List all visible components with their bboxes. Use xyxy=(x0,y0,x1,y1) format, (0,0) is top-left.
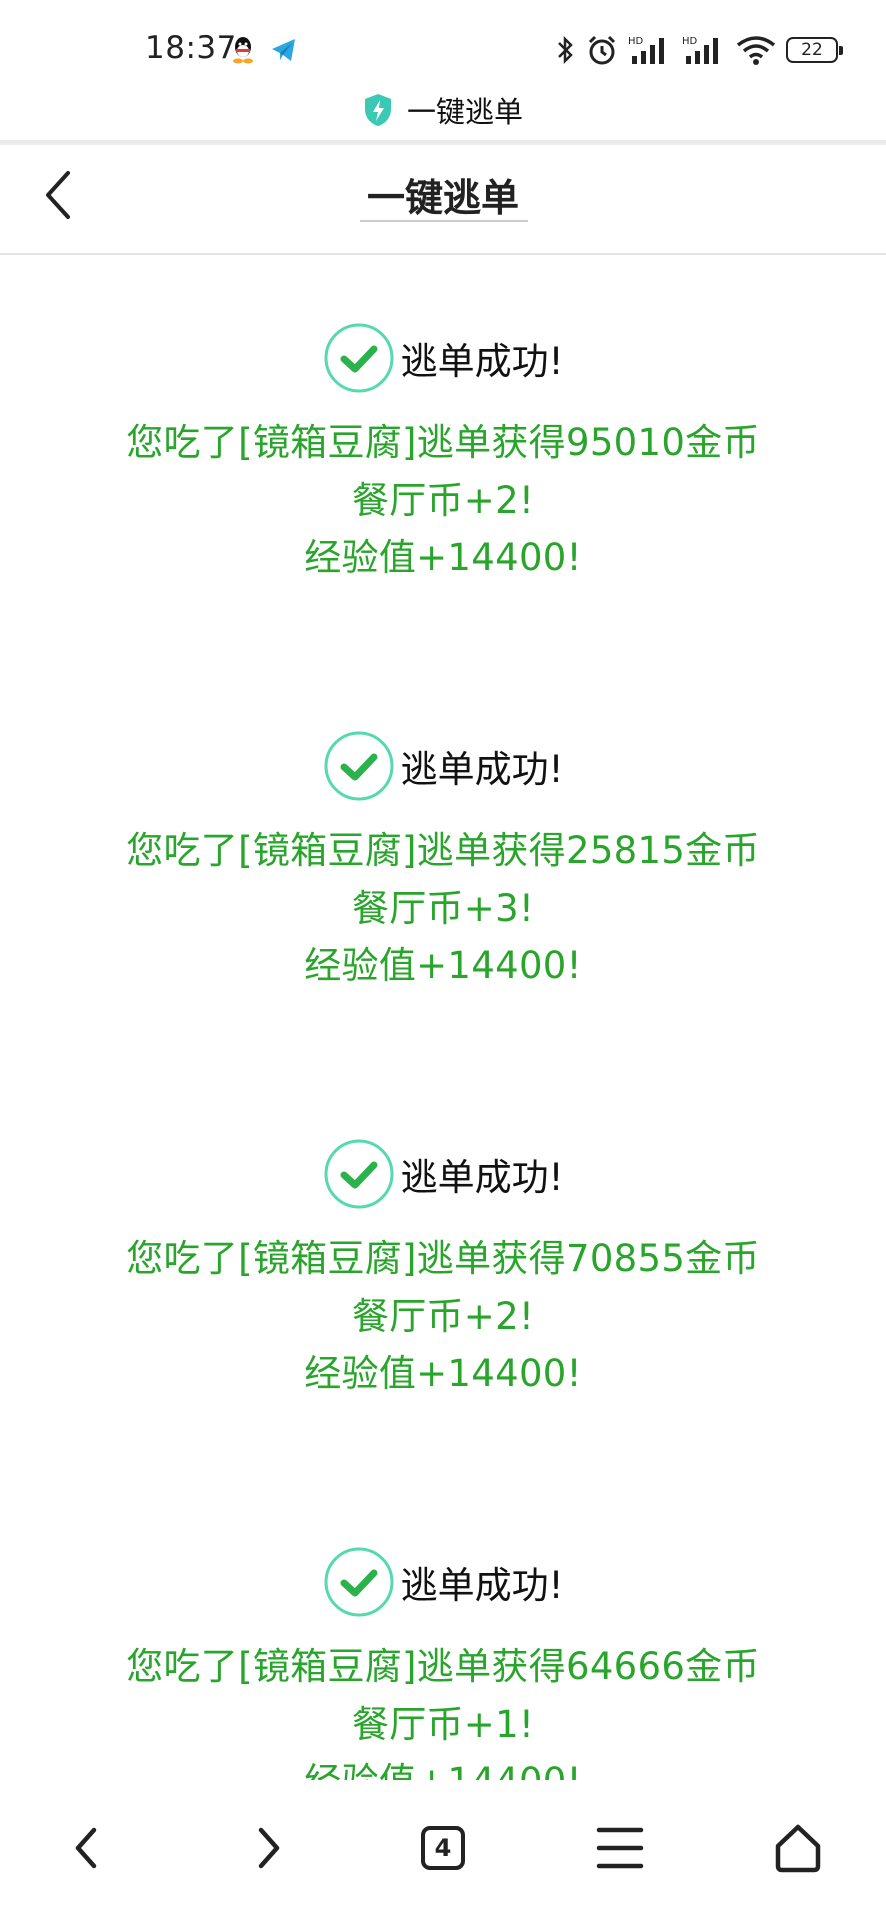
check-circle-icon xyxy=(324,731,394,801)
svg-text:HD: HD xyxy=(628,36,644,47)
title-underline xyxy=(360,220,528,222)
check-circle-icon xyxy=(324,1547,394,1617)
status-bar: 18:37 HD HD 22 xyxy=(0,0,886,80)
check-circle-icon xyxy=(324,1139,394,1209)
exp-reward-line: 经验值+14400! xyxy=(0,1751,886,1780)
status-icons: HD HD 22 xyxy=(556,32,843,68)
exp-reward-line: 经验值+14400! xyxy=(304,536,582,579)
bottom-nav-bar: 4 xyxy=(0,1780,886,1920)
food-reward-line: 您吃了[镜箱豆腐]逃单获得95010金币 xyxy=(126,421,760,464)
coin-reward-line: 餐厅币+3! xyxy=(351,887,535,930)
tab-count-badge: 4 xyxy=(421,1826,465,1870)
result-list[interactable]: 逃单成功! 您吃了[镜箱豆腐]逃单获得95010金币 餐厅币+2! 经验值+14… xyxy=(0,255,886,1780)
coin-reward-line: 餐厅币+2! xyxy=(351,479,535,522)
app-title: 一键逃单 xyxy=(406,95,523,129)
food-reward-line: 您吃了[镜箱豆腐]逃单获得25815金币 xyxy=(126,829,760,872)
success-label: 逃单成功! xyxy=(400,748,564,791)
hd-signal-icon: HD xyxy=(628,36,664,64)
app-title-bar: 一键逃单 xyxy=(0,88,886,132)
status-time: 18:37 xyxy=(145,30,237,66)
menu-icon xyxy=(596,1827,644,1869)
result-header: 逃单成功! xyxy=(0,1544,886,1620)
result-header: 逃单成功! xyxy=(0,728,886,804)
forward-nav-button[interactable] xyxy=(227,1808,307,1888)
svg-text:HD: HD xyxy=(682,36,698,47)
menu-button[interactable] xyxy=(580,1808,660,1888)
coin-reward-line: 餐厅币+2! xyxy=(351,1295,535,1338)
success-label: 逃单成功! xyxy=(400,340,564,383)
result-header: 逃单成功! xyxy=(0,320,886,396)
tabs-button[interactable]: 4 xyxy=(403,1808,483,1888)
success-label: 逃单成功! xyxy=(400,1156,564,1199)
exp-reward-line: 经验值+14400! xyxy=(304,1352,582,1395)
check-circle-icon xyxy=(324,323,394,393)
qq-icon xyxy=(233,37,253,64)
exp-reward-line: 经验值+14400! xyxy=(304,944,582,987)
page-title: 一键逃单 xyxy=(366,176,519,220)
chevron-right-icon xyxy=(258,1827,280,1869)
bluetooth-icon xyxy=(558,35,573,65)
tab-count: 4 xyxy=(434,1834,452,1862)
page-header: 一键逃单 xyxy=(0,145,886,253)
chevron-left-icon xyxy=(75,1827,97,1869)
home-button[interactable] xyxy=(758,1808,838,1888)
success-label: 逃单成功! xyxy=(400,1564,564,1607)
alarm-icon xyxy=(588,35,616,65)
shield-icon xyxy=(364,94,391,126)
wifi-icon xyxy=(736,36,776,65)
home-icon xyxy=(775,1824,821,1873)
back-nav-button[interactable] xyxy=(48,1808,128,1888)
result-header: 逃单成功! xyxy=(0,1136,886,1212)
food-reward-line: 您吃了[镜箱豆腐]逃单获得64666金币 xyxy=(126,1645,760,1688)
telegram-icon xyxy=(272,39,295,61)
food-reward-line: 您吃了[镜箱豆腐]逃单获得70855金币 xyxy=(126,1237,760,1280)
hd-signal-icon: HD xyxy=(682,36,718,64)
battery-level: 22 xyxy=(801,40,823,60)
battery-indicator: 22 xyxy=(786,37,843,63)
coin-reward-line: 餐厅币+1! xyxy=(351,1703,535,1746)
